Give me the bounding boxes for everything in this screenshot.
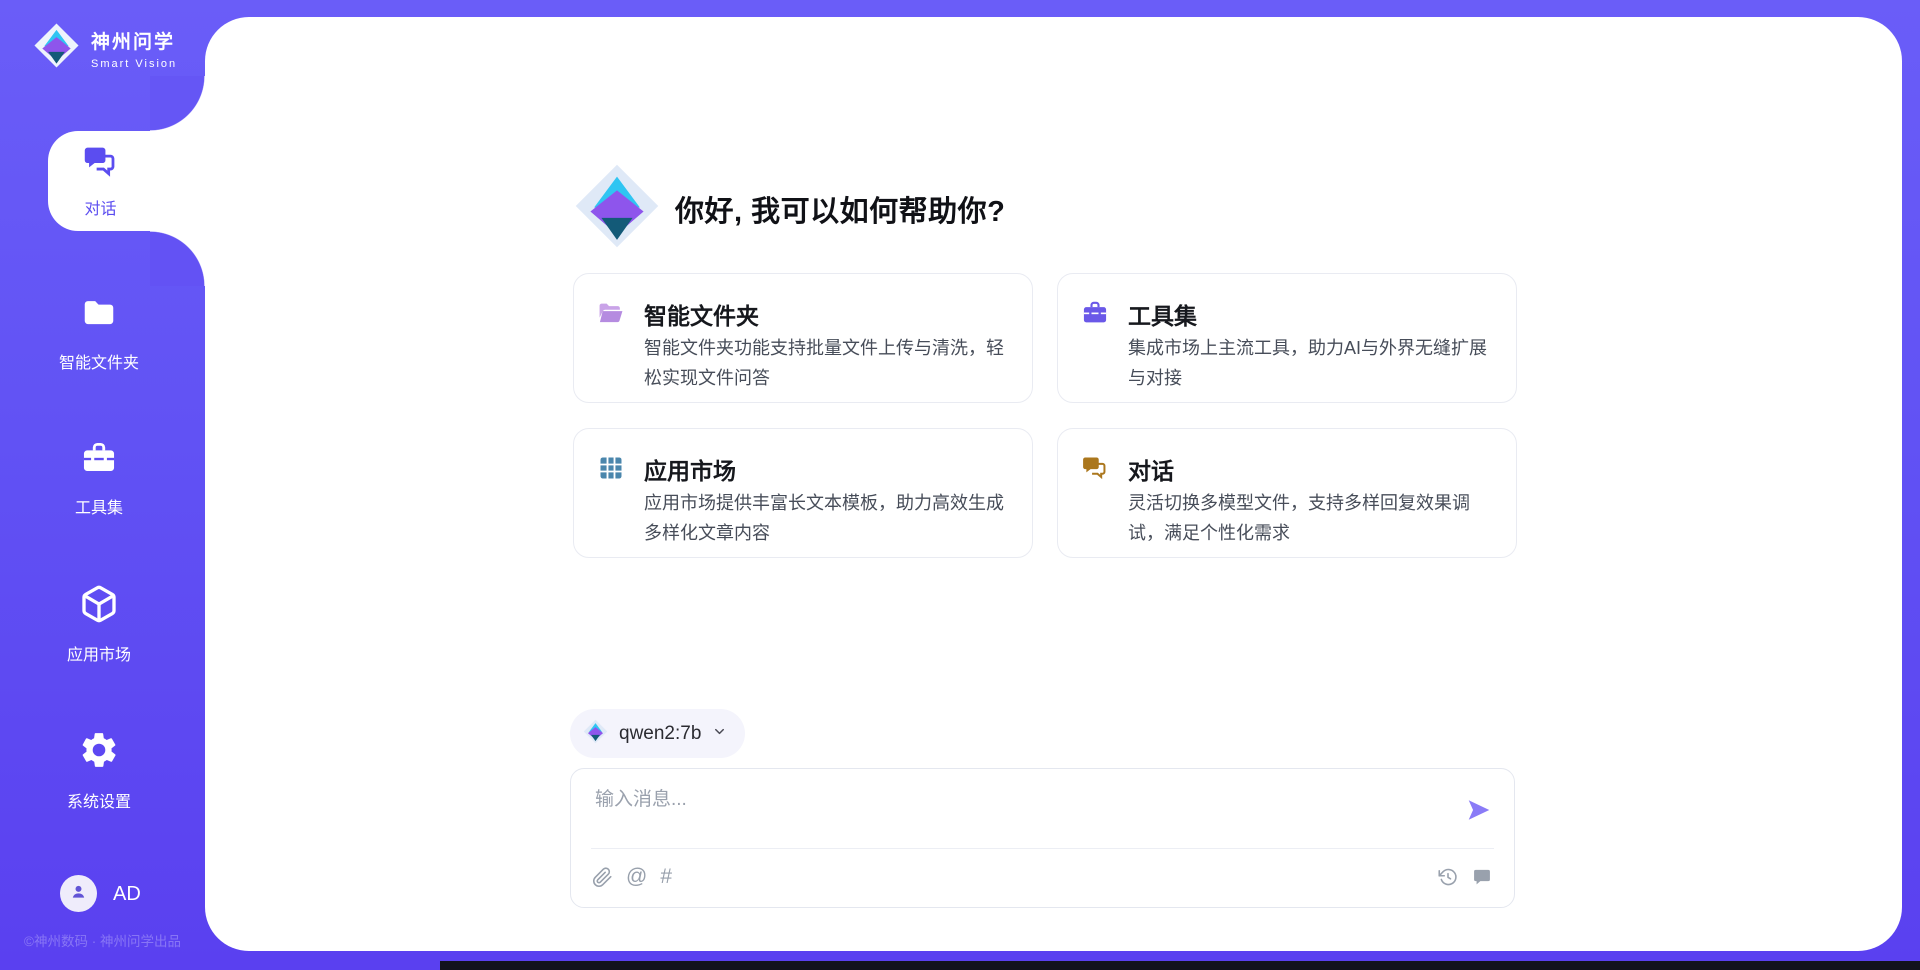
card-title: 对话 xyxy=(1128,452,1174,486)
tab-fillet-bottom xyxy=(150,231,205,286)
model-selector[interactable]: qwen2:7b xyxy=(570,709,745,758)
sidebar-item-toolset[interactable]: 工具集 xyxy=(0,439,198,518)
paperclip-icon[interactable] xyxy=(592,867,613,888)
feature-card-smart-folder[interactable]: 智能文件夹 智能文件夹功能支持批量文件上传与清洗，轻松实现文件问答 xyxy=(573,273,1033,403)
diamond-logo-icon xyxy=(33,22,80,74)
diamond-logo-icon xyxy=(573,162,661,255)
user-avatar[interactable] xyxy=(60,875,97,912)
sidebar-item-chat[interactable]: 对话 xyxy=(48,131,205,231)
person-icon xyxy=(68,881,89,907)
card-description: 集成市场上主流工具，助力AI与外界无缝扩展与对接 xyxy=(1128,333,1492,393)
chat-bubble-icon[interactable] xyxy=(1472,867,1492,887)
card-title: 工具集 xyxy=(1128,297,1197,331)
gear-icon xyxy=(78,729,120,776)
copyright-text: ©神州数码 · 神州问学出品 xyxy=(0,930,205,950)
diamond-logo-icon xyxy=(583,719,608,749)
message-composer: 输入消息... @ # xyxy=(570,768,1515,908)
folder-icon xyxy=(80,294,118,337)
sidebar-item-smart-folder[interactable]: 智能文件夹 xyxy=(0,294,198,373)
grid-icon xyxy=(597,454,625,482)
chat-bubbles-icon xyxy=(82,143,119,185)
sidebar-item-label: 系统设置 xyxy=(67,788,131,812)
card-title: 智能文件夹 xyxy=(644,297,759,331)
app-logo: 神州问学 Smart Vision xyxy=(33,22,177,74)
app-name: 神州问学 xyxy=(91,27,177,54)
tab-fillet-top xyxy=(150,76,205,131)
user-name: AD xyxy=(113,883,141,906)
greeting: 你好, 我可以如何帮助你? xyxy=(573,162,1005,255)
composer-divider xyxy=(591,848,1494,849)
bottom-edge-bar xyxy=(440,961,1920,970)
sidebar-item-label: 智能文件夹 xyxy=(59,349,139,373)
chevron-down-icon xyxy=(712,724,727,744)
card-title: 应用市场 xyxy=(644,452,736,486)
folder-open-icon xyxy=(597,299,625,327)
sidebar-item-label: 应用市场 xyxy=(67,641,131,665)
greeting-text: 你好, 我可以如何帮助你? xyxy=(675,188,1005,230)
card-description: 灵活切换多模型文件，支持多样回复效果调试，满足个性化需求 xyxy=(1128,488,1492,548)
card-description: 应用市场提供丰富长文本模板，助力高效生成多样化文章内容 xyxy=(644,488,1008,548)
hash-icon[interactable]: # xyxy=(660,865,672,889)
sidebar-item-label: 工具集 xyxy=(75,494,123,518)
chat-bubbles-icon xyxy=(1081,454,1109,482)
briefcase-icon xyxy=(80,439,118,482)
app-root: 神州问学 Smart Vision 对话 智能文件夹 xyxy=(0,0,1920,970)
message-input[interactable]: 输入消息... xyxy=(595,784,1444,811)
cube-icon xyxy=(79,584,119,629)
sidebar-item-app-market[interactable]: 应用市场 xyxy=(0,584,198,665)
send-icon[interactable] xyxy=(1466,797,1492,823)
sidebar-item-settings[interactable]: 系统设置 xyxy=(0,729,198,812)
sidebar-item-label: 对话 xyxy=(84,195,116,219)
briefcase-icon xyxy=(1081,299,1109,327)
card-description: 智能文件夹功能支持批量文件上传与清洗，轻松实现文件问答 xyxy=(644,333,1008,393)
app-subtitle: Smart Vision xyxy=(91,58,177,70)
model-name: qwen2:7b xyxy=(619,723,701,745)
at-sign-icon[interactable]: @ xyxy=(626,865,647,889)
feature-card-app-market[interactable]: 应用市场 应用市场提供丰富长文本模板，助力高效生成多样化文章内容 xyxy=(573,428,1033,558)
feature-card-chat[interactable]: 对话 灵活切换多模型文件，支持多样回复效果调试，满足个性化需求 xyxy=(1057,428,1517,558)
history-icon[interactable] xyxy=(1438,867,1458,887)
feature-card-toolset[interactable]: 工具集 集成市场上主流工具，助力AI与外界无缝扩展与对接 xyxy=(1057,273,1517,403)
